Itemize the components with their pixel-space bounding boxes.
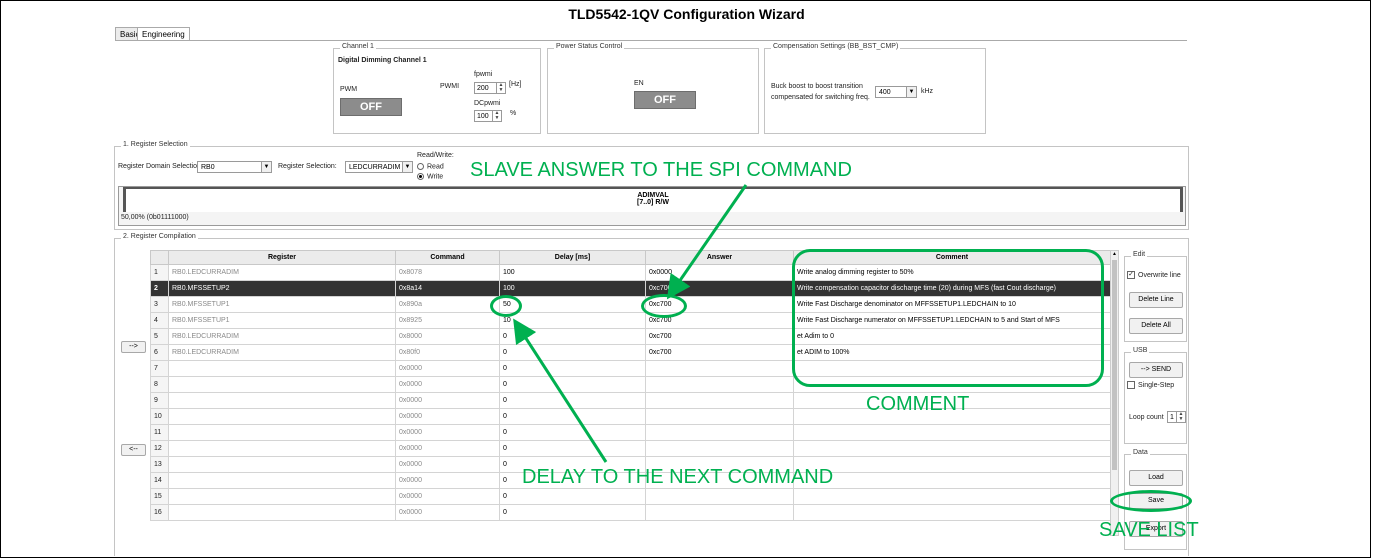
save-highlight-oval xyxy=(1110,490,1192,512)
annotation-slave-answer: SLAVE ANSWER TO THE SPI COMMAND xyxy=(470,159,852,181)
annotation-comment: COMMENT xyxy=(866,393,970,415)
comment-highlight-box xyxy=(792,249,1104,387)
annotation-delay: DELAY TO THE NEXT COMMAND xyxy=(522,466,834,488)
annotation-save-list: SAVE LIST xyxy=(1099,519,1199,541)
answer-arrow xyxy=(666,184,748,300)
delay-highlight-oval xyxy=(490,295,522,317)
answer-highlight-oval xyxy=(641,294,687,318)
delay-arrow xyxy=(513,318,608,463)
